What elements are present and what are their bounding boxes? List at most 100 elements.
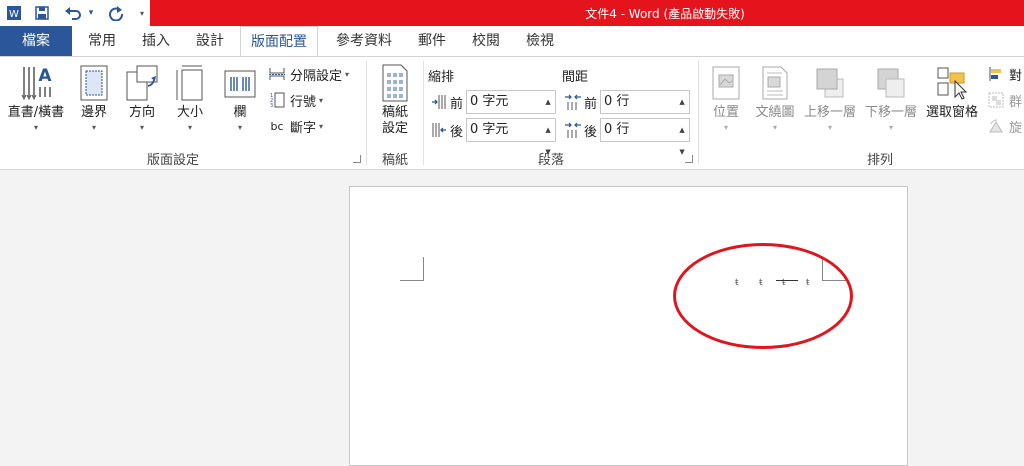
position-label: 位置	[712, 105, 739, 120]
breaks-label: 分隔設定	[290, 68, 343, 84]
chevron-down-icon: ▾	[723, 123, 728, 132]
text-direction-button[interactable]: A 直書/橫書 ▾	[0, 57, 72, 145]
indent-header: 縮排	[428, 70, 455, 85]
quick-access-toolbar: W ▾ ▾	[0, 0, 150, 26]
columns-icon	[222, 63, 258, 103]
send-backward-icon	[873, 63, 909, 103]
draft-group-label: 稿紙	[381, 153, 408, 168]
paragraph-launcher-icon[interactable]	[685, 155, 693, 163]
crop-mark-top-left	[400, 257, 424, 281]
tab-insert[interactable]: 插入	[134, 26, 178, 56]
send-backward-button[interactable]: 下移一層 ▾	[861, 57, 921, 145]
bring-forward-icon	[812, 63, 848, 103]
ribbon: A 直書/橫書 ▾ 邊界 ▾ 方向 ▾ 大小 ▾ 欄 ▾ 分隔設定 ▾ 1 2 …	[0, 56, 1024, 170]
group-separator	[423, 61, 424, 165]
undo-dropdown-icon[interactable]: ▾	[86, 3, 96, 23]
selection-pane-icon	[934, 63, 970, 103]
align-icon	[986, 65, 1006, 83]
paragraph-group-label: 段落	[537, 153, 564, 168]
tab-references[interactable]: 參考資料	[328, 26, 400, 56]
spacing-after-value: 0 行	[604, 122, 630, 137]
bring-forward-button[interactable]: 上移一層 ▾	[800, 57, 860, 145]
spin-arrows-icon[interactable]: ▲▼	[675, 119, 689, 156]
selection-pane-button[interactable]: 選取窗格	[922, 57, 982, 145]
line-numbers-button[interactable]: 123 行號 ▾	[267, 89, 323, 111]
wrap-text-button[interactable]: 文繞圖 ▾	[750, 57, 800, 145]
document-page[interactable]: ŧ ŧ ŧ ŧ	[349, 186, 908, 466]
chevron-down-icon: ▾	[237, 123, 242, 132]
margins-button[interactable]: 邊界 ▾	[72, 57, 116, 145]
chevron-down-icon: ▾	[319, 121, 324, 131]
red-annotation-circle	[673, 243, 853, 349]
breaks-button[interactable]: 分隔設定 ▾	[267, 63, 349, 85]
spacing-before-row: 前 0 行 ▲▼	[564, 90, 691, 128]
ribbon-tabs: 檔案 常用 插入 設計 版面配置 參考資料 郵件 校閱 檢視	[0, 26, 1024, 57]
word-app-icon[interactable]: W	[4, 3, 24, 23]
indent-right-icon	[430, 120, 448, 140]
spacing-after-icon	[564, 120, 582, 140]
tab-design[interactable]: 設計	[188, 26, 232, 56]
spacing-before-icon	[564, 92, 582, 112]
indent-left-label: 前	[450, 96, 464, 112]
spacing-before-input[interactable]: 0 行 ▲▼	[600, 90, 691, 128]
document-area: ŧ ŧ ŧ ŧ	[0, 170, 1024, 466]
orientation-button[interactable]: 方向 ▾	[120, 57, 164, 145]
indent-right-value: 0 字元	[470, 122, 509, 137]
customize-icon[interactable]: ▾	[136, 3, 148, 23]
line-numbers-label: 行號	[290, 94, 317, 110]
page-setup-launcher-icon[interactable]	[353, 155, 361, 163]
wrap-text-label: 文繞圖	[755, 105, 795, 120]
page-size-icon	[172, 63, 208, 103]
align-button[interactable]: 對	[986, 63, 1022, 85]
draft-paper-button[interactable]: 稿紙 設定	[372, 57, 418, 145]
line-numbers-icon: 123	[267, 91, 287, 109]
spin-arrows-icon[interactable]: ▲▼	[541, 119, 555, 156]
group-separator	[698, 61, 699, 165]
spacing-after-row: 後 0 行 ▲ ▼	[564, 118, 691, 156]
rotate-button[interactable]: 旋	[986, 115, 1022, 137]
spacing-before-label: 前	[584, 96, 598, 112]
indent-left-icon	[430, 92, 448, 112]
text-direction-label: 直書/橫書	[7, 105, 65, 120]
align-label: 對	[1009, 68, 1023, 84]
arrange-group-label: 排列	[866, 153, 893, 168]
spacing-after-input[interactable]: 0 行 ▲ ▼	[600, 118, 691, 156]
orientation-icon	[124, 63, 160, 103]
rotate-icon	[986, 117, 1006, 135]
spin-arrows-icon[interactable]: ▲▼	[541, 91, 555, 128]
size-label: 大小	[176, 105, 203, 120]
tab-home[interactable]: 常用	[80, 26, 124, 56]
save-icon[interactable]	[32, 3, 52, 23]
tab-view[interactable]: 檢視	[518, 26, 562, 56]
orientation-label: 方向	[128, 105, 155, 120]
margins-label: 邊界	[80, 105, 107, 120]
indent-left-input[interactable]: 0 字元 ▲▼	[466, 90, 557, 128]
chevron-down-icon: ▾	[319, 95, 324, 105]
hyphenation-label: 斷字	[290, 120, 317, 136]
undo-icon[interactable]	[62, 3, 84, 23]
position-button[interactable]: 位置 ▾	[704, 57, 748, 145]
spacing-after-label: 後	[584, 124, 598, 140]
chevron-down-icon: ▾	[91, 123, 96, 132]
chevron-down-icon: ▾	[345, 69, 350, 79]
tab-review[interactable]: 校閱	[464, 26, 508, 56]
tab-file[interactable]: 檔案	[0, 26, 72, 56]
indent-right-row: 後 0 字元 ▲ ▼	[430, 118, 557, 156]
redo-icon[interactable]	[106, 3, 126, 23]
columns-button[interactable]: 欄 ▾	[218, 57, 262, 145]
chevron-down-icon: ▾	[888, 123, 893, 132]
group-objects-button[interactable]: 群	[986, 89, 1022, 111]
indent-left-row: 前 0 字元 ▲▼	[430, 90, 557, 128]
draft-paper-label-line2: 設定	[381, 121, 408, 136]
size-button[interactable]: 大小 ▾	[168, 57, 212, 145]
chevron-down-icon: ▾	[827, 123, 832, 132]
spin-arrows-icon[interactable]: ▲▼	[675, 91, 689, 128]
chevron-down-icon: ▾	[139, 123, 144, 132]
hyphenation-button[interactable]: bc 斷字 ▾	[267, 115, 323, 137]
tab-layout[interactable]: 版面配置	[240, 26, 318, 57]
group-separator	[366, 61, 367, 165]
indent-right-input[interactable]: 0 字元 ▲ ▼	[466, 118, 557, 156]
chevron-down-icon: ▾	[187, 123, 192, 132]
tab-mailings[interactable]: 郵件	[410, 26, 454, 56]
spacing-before-value: 0 行	[604, 94, 630, 109]
